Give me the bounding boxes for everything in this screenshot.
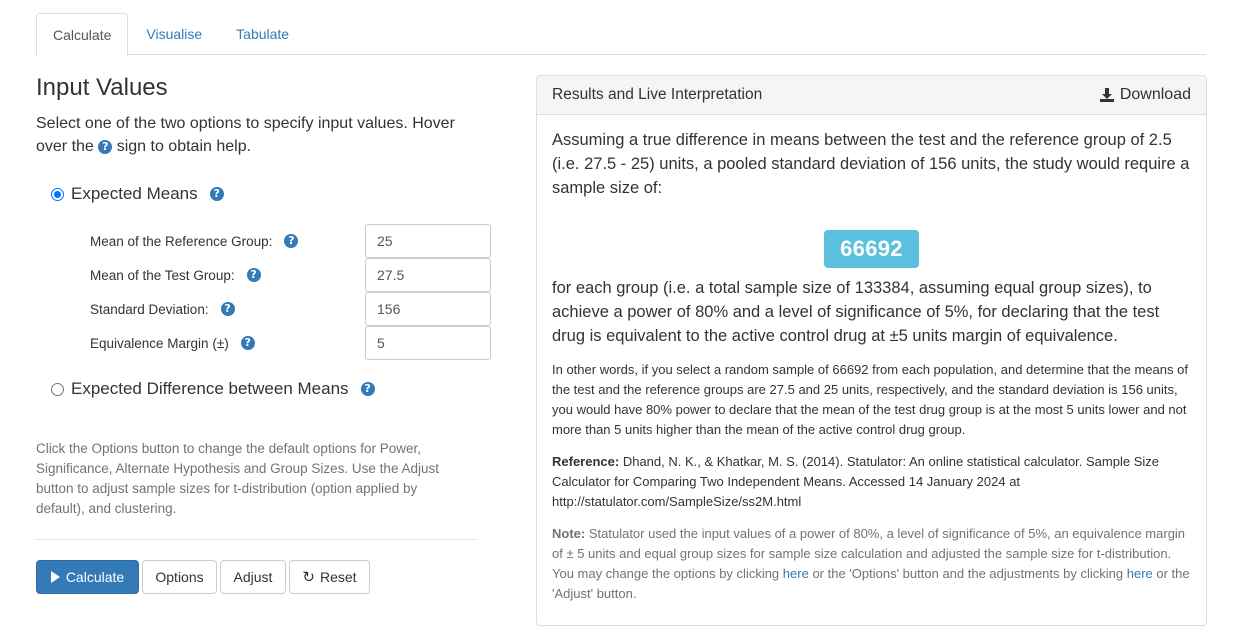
results-panel-body: Assuming a true difference in means betw… <box>537 128 1206 604</box>
test-mean-label: Mean of the Test Group: ? <box>90 258 261 292</box>
option-expected-difference[interactable]: Expected Difference between Means ? <box>51 379 375 399</box>
reference-mean-input[interactable]: 25 <box>365 224 491 258</box>
tab-bar: Calculate Visualise Tabulate <box>36 13 1206 56</box>
download-button[interactable]: Download <box>1099 86 1191 104</box>
note-label: Note: <box>552 526 586 541</box>
test-mean-input[interactable]: 27.5 <box>365 258 491 292</box>
results-panel-header: Results and Live Interpretation Download <box>537 76 1206 115</box>
std-dev-label: Standard Deviation: ? <box>90 292 235 326</box>
reference-mean-label: Mean of the Reference Group: ? <box>90 224 299 258</box>
interpretation-para3: In other words, if you select a random s… <box>552 362 1188 437</box>
note-part2: or the 'Options' button and the adjustme… <box>812 566 1124 581</box>
calculate-button-label: Calculate <box>65 569 125 585</box>
intro-text-part2: sign to obtain help. <box>116 138 252 155</box>
download-icon <box>1099 88 1114 102</box>
std-dev-help-icon[interactable]: ? <box>220 302 235 316</box>
play-icon <box>50 571 60 583</box>
expected-means-help-icon[interactable]: ? <box>209 187 224 201</box>
adjust-button[interactable]: Adjust <box>220 560 286 594</box>
tab-calculate[interactable]: Calculate <box>36 13 129 56</box>
input-values-section: Input Values Select one of the two optio… <box>36 60 491 594</box>
adjust-button-label: Adjust <box>233 569 273 585</box>
options-help-text: Click the Options button to change the d… <box>36 441 439 516</box>
divider <box>36 539 478 540</box>
adjust-here-link[interactable]: here <box>1127 566 1153 581</box>
equivalence-margin-help-icon[interactable]: ? <box>240 336 255 350</box>
reference-text: Reference: Dhand, N. K., & Khatkar, M. S… <box>552 452 1191 512</box>
options-button[interactable]: Options <box>142 560 217 594</box>
tab-tabulate[interactable]: Tabulate <box>220 13 305 55</box>
expected-means-label: Expected Means <box>71 184 198 203</box>
tab-visualise[interactable]: Visualise <box>130 13 218 55</box>
expected-difference-radio[interactable] <box>51 382 64 396</box>
interpretation-para1: Assuming a true difference in means betw… <box>552 131 1190 197</box>
equivalence-margin-input[interactable]: 5 <box>365 326 491 360</box>
equivalence-margin-label-text: Equivalence Margin (±) <box>90 335 229 351</box>
help-icon[interactable]: ? <box>98 139 113 154</box>
reference-label: Reference: <box>552 454 620 469</box>
download-label: Download <box>1119 86 1191 103</box>
reset-button-label: Reset <box>320 569 357 585</box>
note-text: Note: Statulator used the input values o… <box>552 524 1191 604</box>
std-dev-input[interactable]: 156 <box>365 292 491 326</box>
refresh-icon: ↻ <box>302 568 315 586</box>
sample-size-badge: 66692 <box>824 230 919 268</box>
section-title: Input Values <box>36 74 168 101</box>
calculate-button[interactable]: Calculate <box>36 560 139 594</box>
reference-mean-label-text: Mean of the Reference Group: <box>90 233 273 249</box>
reference-mean-help-icon[interactable]: ? <box>284 234 299 248</box>
options-button-label: Options <box>155 569 204 585</box>
test-mean-label-text: Mean of the Test Group: <box>90 267 235 283</box>
reset-button[interactable]: ↻ Reset <box>289 560 370 594</box>
results-panel: Results and Live Interpretation Download… <box>536 75 1207 626</box>
expected-difference-label: Expected Difference between Means <box>71 379 349 398</box>
test-mean-help-icon[interactable]: ? <box>246 268 261 282</box>
results-panel-title: Results and Live Interpretation <box>552 86 763 103</box>
option-expected-means[interactable]: Expected Means ? <box>51 184 224 204</box>
options-here-link[interactable]: here <box>783 566 809 581</box>
intro-text: Select one of the two options to specify… <box>36 112 478 158</box>
std-dev-label-text: Standard Deviation: <box>90 301 209 317</box>
reference-citation: Dhand, N. K., & Khatkar, M. S. (2014). S… <box>552 454 1159 509</box>
expected-means-radio[interactable] <box>51 187 64 201</box>
expected-difference-help-icon[interactable]: ? <box>360 382 375 396</box>
interpretation-para2: for each group (i.e. a total sample size… <box>552 279 1160 345</box>
equivalence-margin-label: Equivalence Margin (±) ? <box>90 326 255 360</box>
